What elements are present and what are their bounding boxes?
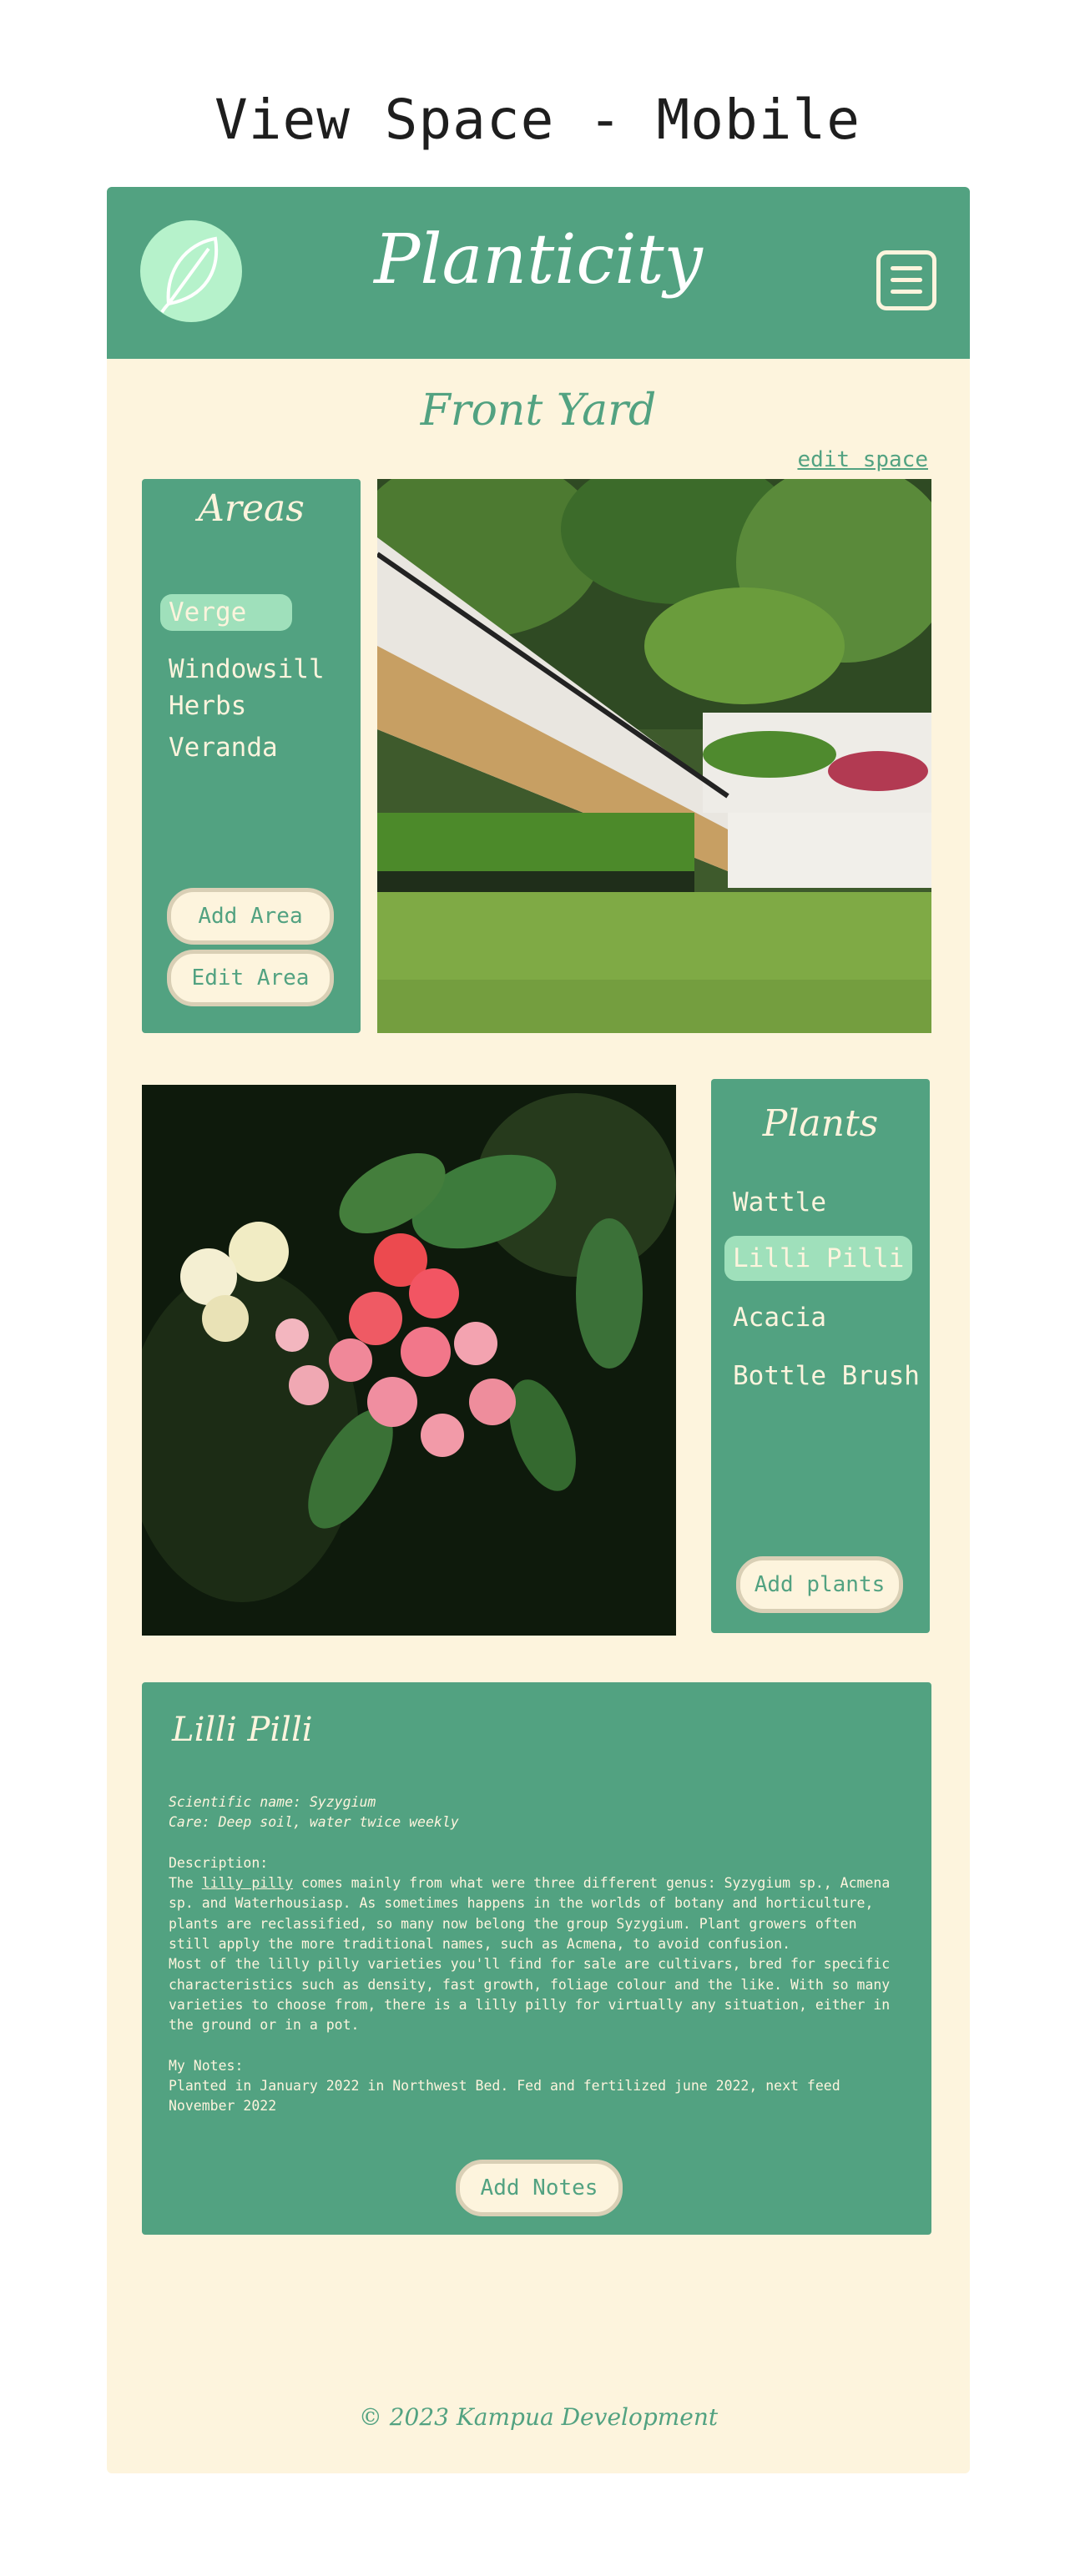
plants-panel: Plants Wattle Lilli Pilli Acacia Bottle … (711, 1079, 930, 1633)
plant-photo (142, 1085, 676, 1636)
footer-copyright: © 2023 Kampua Development (358, 2403, 719, 2431)
scientific-name: Scientific name: Syzygium (169, 1794, 376, 1810)
area-item-veranda[interactable]: Veranda (169, 729, 278, 766)
plant-item-lilli-pilli[interactable]: Lilli Pilli (724, 1236, 913, 1281)
description-paragraph: The lilly pilly comes mainly from what w… (169, 1875, 891, 1953)
areas-panel: Areas Verge Windowsill Herbs Veranda Add… (142, 479, 361, 1033)
notes-heading: My Notes: (169, 2057, 244, 2074)
space-title: Front Yard (420, 386, 657, 436)
plant-details-body: Scientific name: Syzygium Care: Deep soi… (169, 1792, 905, 2117)
plants-title: Plants (762, 1102, 879, 1145)
description-paragraph-2: Most of the lilly pilly varieties you'll… (169, 1956, 891, 2034)
edit-space-link[interactable]: edit space (797, 447, 928, 472)
page-title: View Space - Mobile (214, 88, 861, 152)
edit-area-button[interactable]: Edit Area (167, 950, 334, 1006)
area-item-windowsill-herbs[interactable]: Windowsill Herbs (169, 651, 336, 724)
plant-details-panel: Lilli Pilli Scientific name: Syzygium Ca… (142, 1682, 931, 2235)
add-plants-button[interactable]: Add plants (736, 1556, 903, 1613)
care-info: Care: Deep soil, water twice weekly (169, 1814, 459, 1831)
add-notes-button[interactable]: Add Notes (456, 2160, 623, 2216)
hamburger-menu-icon[interactable] (876, 250, 936, 310)
notes-text: Planted in January 2022 in Northwest Bed… (169, 2078, 840, 2115)
app-header: Planticity (107, 187, 970, 359)
plant-item-acacia[interactable]: Acacia (733, 1299, 826, 1336)
brand-name: Planticity (374, 220, 703, 300)
plant-item-wattle[interactable]: Wattle (733, 1184, 826, 1221)
area-item-verge[interactable]: Verge (160, 594, 292, 631)
areas-title: Areas (198, 487, 305, 530)
garden-photo (377, 479, 931, 1033)
description-heading: Description: (169, 1854, 269, 1871)
add-area-button[interactable]: Add Area (167, 888, 334, 945)
plant-details-title: Lilli Pilli (172, 1711, 313, 1749)
plant-item-bottle-brush[interactable]: Bottle Brush (733, 1358, 920, 1394)
lilly-pilly-link[interactable]: lilly pilly (202, 1875, 293, 1891)
